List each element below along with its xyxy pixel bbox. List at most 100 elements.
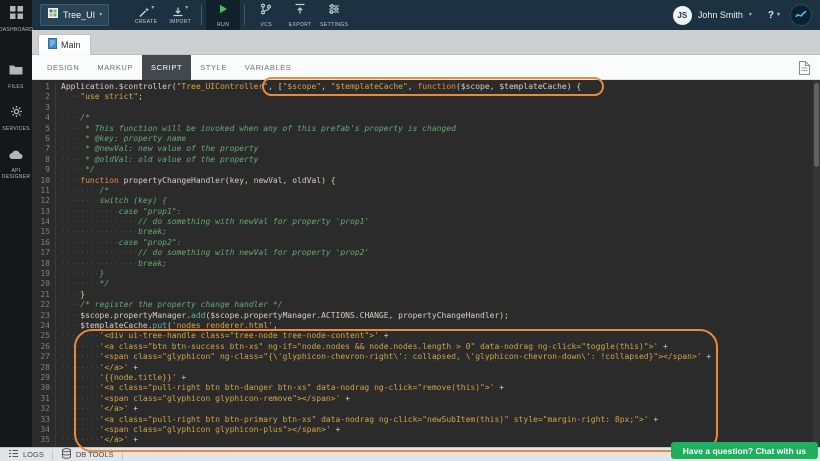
- code-line: 25········'<div ui-tree-handle class="tr…: [32, 331, 820, 341]
- code-line: 22····/* register the property change ha…: [32, 300, 820, 310]
- gear-icon: [10, 105, 23, 123]
- line-number: 3: [32, 103, 56, 113]
- code-line: 12········switch (key) {: [32, 196, 820, 206]
- run-button[interactable]: RUN: [206, 0, 240, 30]
- line-number: 7: [32, 144, 56, 154]
- code-line: 3: [32, 103, 820, 113]
- db-tools-label: DB TOOLS: [76, 450, 114, 459]
- create-button[interactable]: ▾ CREATE: [129, 0, 163, 30]
- code-line: 15················break;: [32, 227, 820, 237]
- chat-button[interactable]: Have a question? Chat with us: [671, 442, 818, 459]
- sliders-icon: [328, 2, 340, 20]
- page-icon: [48, 36, 57, 54]
- line-number: 16: [32, 238, 56, 248]
- line-number: 30: [32, 383, 56, 393]
- code-line: 27········'<span class="glyphicon" ng-cl…: [32, 352, 820, 362]
- code-line: 7···· * @newVal: new value of the proper…: [32, 144, 820, 154]
- code-line: 10····function propertyChangeHandler(key…: [32, 176, 820, 186]
- code-line: 1Application.$controller("Tree_UIControl…: [32, 82, 820, 92]
- dashboard-grid-icon: [10, 6, 23, 24]
- code-line: 24····$templateCache.put('nodes_renderer…: [32, 321, 820, 331]
- line-number: 8: [32, 155, 56, 165]
- sidebar-item-api-designer[interactable]: API DESIGNER: [0, 141, 32, 184]
- line-number: 15: [32, 227, 56, 237]
- settings-button[interactable]: SETTINGS: [317, 0, 351, 30]
- chevron-down-icon: ▾: [185, 5, 188, 11]
- editor-scrollbar[interactable]: [813, 80, 820, 447]
- avatar[interactable]: JS: [673, 6, 692, 25]
- file-document-icon[interactable]: [798, 60, 811, 81]
- wavemaker-logo-icon[interactable]: [790, 4, 812, 26]
- tab-main[interactable]: Main: [38, 34, 91, 55]
- play-icon: [217, 2, 229, 20]
- tab-design[interactable]: DESIGN: [38, 55, 88, 80]
- user-name[interactable]: John Smith: [698, 10, 743, 20]
- line-number: 18: [32, 259, 56, 269]
- user-area: JS John Smith ▾ ? ▾: [673, 0, 812, 30]
- import-button[interactable]: ▾ IMPORT: [163, 0, 197, 30]
- tool-label: IMPORT: [169, 19, 191, 25]
- project-selector[interactable]: Tree_UI ▾: [40, 4, 109, 26]
- code-line: 16············case "prop2":: [32, 238, 820, 248]
- branch-icon: [260, 2, 272, 20]
- code-line: 9···· */: [32, 165, 820, 175]
- line-number: 10: [32, 176, 56, 186]
- help-button[interactable]: ? ▾: [768, 10, 780, 21]
- line-number: 26: [32, 342, 56, 352]
- sidebar-item-files[interactable]: FILES: [0, 57, 32, 94]
- code-editor[interactable]: 1Application.$controller("Tree_UIControl…: [32, 80, 820, 447]
- line-number: 2: [32, 92, 56, 102]
- code-lines: 1Application.$controller("Tree_UIControl…: [32, 82, 820, 446]
- line-number: 35: [32, 435, 56, 445]
- question-mark-icon: ?: [768, 10, 774, 21]
- code-line: 33········'<a class="pull-right btn btn-…: [32, 415, 820, 425]
- code-line: 31········'<span class="glyphicon glyphi…: [32, 394, 820, 404]
- wavemaker-studio-window: DASHBOARD FILES SERVICES API DESIGNER: [0, 0, 820, 461]
- code-line: 26········'<a class="btn btn-success btn…: [32, 342, 820, 352]
- code-line: 23····$scope.propertyManager.add($scope.…: [32, 311, 820, 321]
- tool-label: VCS: [260, 22, 271, 28]
- tab-style[interactable]: STYLE: [191, 55, 236, 80]
- logs-button[interactable]: LOGS: [0, 448, 52, 461]
- vcs-button[interactable]: VCS: [249, 0, 283, 30]
- line-number: 29: [32, 373, 56, 383]
- code-line: 6···· * @key: property name: [32, 134, 820, 144]
- project-name: Tree_UI: [63, 10, 95, 20]
- scrollbar-thumb[interactable]: [814, 83, 819, 167]
- code-line: 28········'</a>' +: [32, 363, 820, 373]
- sidebar-item-label: SERVICES: [2, 126, 30, 132]
- toolbar-divider: [201, 5, 202, 25]
- db-tools-button[interactable]: DB TOOLS: [53, 448, 122, 461]
- chevron-down-icon: ▾: [99, 12, 102, 18]
- code-line: 4····/*: [32, 113, 820, 123]
- code-line: 13············case "prop1":: [32, 207, 820, 217]
- sidebar-item-services[interactable]: SERVICES: [0, 99, 32, 136]
- line-number: 31: [32, 394, 56, 404]
- database-icon: [61, 446, 72, 461]
- line-number: 27: [32, 352, 56, 362]
- tab-variables[interactable]: VARIABLES: [236, 55, 301, 80]
- tab-markup[interactable]: MARKUP: [88, 55, 142, 80]
- code-line: 19········}: [32, 269, 820, 279]
- tab-label: Main: [61, 40, 81, 50]
- top-toolbar: Tree_UI ▾ ▾ CREATE ▾ IMPORT RUN VCS: [32, 0, 820, 30]
- toolbar-divider: [244, 5, 245, 25]
- project-icon: [47, 6, 59, 24]
- line-number: 1: [32, 82, 56, 92]
- tool-label: SETTINGS: [320, 22, 348, 28]
- tab-script[interactable]: SCRIPT: [142, 55, 191, 80]
- code-line: 29········'{{node.title}}' +: [32, 373, 820, 383]
- line-number: 22: [32, 300, 56, 310]
- line-number: 33: [32, 415, 56, 425]
- line-number: 11: [32, 186, 56, 196]
- chevron-down-icon: ▾: [151, 5, 154, 11]
- chevron-down-icon: ▾: [777, 12, 780, 18]
- line-number: 32: [32, 404, 56, 414]
- line-number: 25: [32, 331, 56, 341]
- sidebar-item-dashboard[interactable]: DASHBOARD: [0, 0, 32, 37]
- line-number: 13: [32, 207, 56, 217]
- export-button[interactable]: EXPORT: [283, 0, 317, 30]
- tool-label: RUN: [217, 22, 229, 28]
- line-number: 24: [32, 321, 56, 331]
- cloud-icon: [9, 147, 24, 165]
